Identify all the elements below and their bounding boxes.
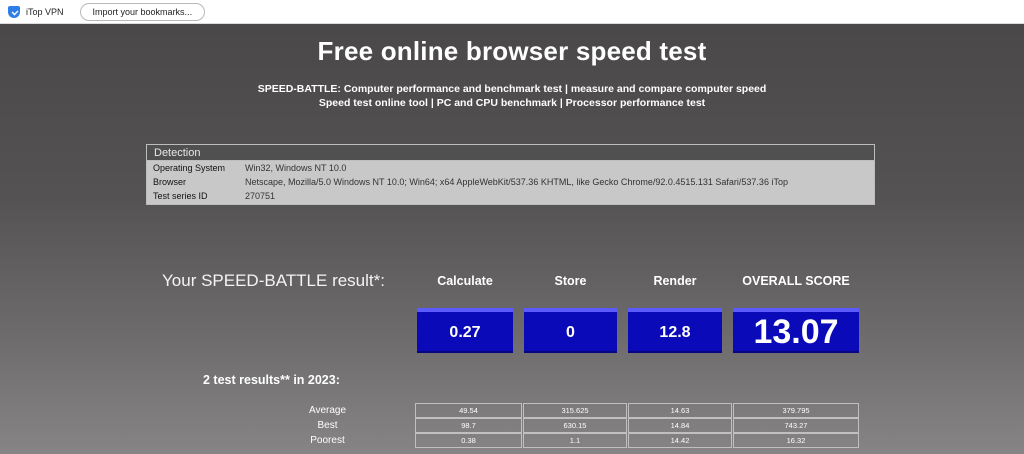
score-calculate: 0.27: [417, 308, 513, 353]
subtitle-line-2: Speed test online tool | PC and CPU benc…: [318, 97, 706, 109]
shield-icon: [8, 5, 20, 18]
bookmark-itop-vpn-label: iTop VPN: [26, 6, 64, 17]
column-store: Store: [554, 274, 587, 288]
stats-cell: 1.1: [523, 433, 627, 448]
detection-key: Browser: [153, 177, 187, 187]
page-subtitle: SPEED-BATTLE: Computer performance and b…: [0, 82, 1024, 110]
stats-row-poorest: Poorest 0.38 1.1 14.42 16.32: [240, 433, 860, 448]
detection-heading: Detection: [147, 145, 874, 161]
detection-value: Win32, Windows NT 10.0: [245, 163, 347, 173]
page-content: Free online browser speed test SPEED-BAT…: [0, 24, 1024, 454]
stats-cell: 98.7: [415, 418, 522, 433]
column-render: Render: [653, 274, 697, 288]
detection-panel: Detection Operating System Win32, Window…: [146, 144, 875, 205]
stats-cell: 379.795: [733, 403, 859, 418]
test-count-label: 2 test results** in 2023:: [203, 373, 340, 387]
stats-row-label: Average: [308, 405, 347, 416]
result-label: Your SPEED-BATTLE result*:: [162, 271, 385, 290]
stats-cell: 16.32: [733, 433, 859, 448]
stats-row-best: Best 98.7 630.15 14.84 743.27: [240, 418, 860, 433]
detection-key: Test series ID: [153, 191, 208, 201]
detection-row-test-series: Test series ID 270751: [147, 189, 874, 203]
column-calculate: Calculate: [437, 274, 493, 288]
detection-key: Operating System: [153, 163, 226, 173]
stats-row-average: Average 49.54 315.625 14.63 379.795: [240, 403, 860, 418]
stats-cell: 630.15: [523, 418, 627, 433]
import-bookmarks-button[interactable]: Import your bookmarks...: [79, 2, 206, 21]
stats-row-label: Best: [317, 420, 338, 431]
page-title: Free online browser speed test: [317, 36, 707, 66]
stats-row-label: Poorest: [310, 435, 345, 446]
score-render: 12.8: [628, 308, 722, 353]
stats-cell: 315.625: [523, 403, 627, 418]
bookmark-itop-vpn[interactable]: iTop VPN: [8, 3, 64, 21]
bookmarks-bar: iTop VPN Import your bookmarks...: [0, 0, 1024, 24]
detection-value: Netscape, Mozilla/5.0 Windows NT 10.0; W…: [245, 177, 788, 187]
stats-table: Average 49.54 315.625 14.63 379.795 Best…: [240, 403, 860, 448]
detection-value: 270751: [245, 191, 276, 201]
detection-row-browser: Browser Netscape, Mozilla/5.0 Windows NT…: [147, 175, 874, 189]
column-overall-score: OVERALL SCORE: [742, 274, 850, 288]
stats-cell: 14.42: [628, 433, 732, 448]
stats-cell: 14.84: [628, 418, 732, 433]
stats-cell: 49.54: [415, 403, 522, 418]
score-store: 0: [524, 308, 617, 353]
score-overall: 13.07: [733, 308, 859, 353]
detection-row-os: Operating System Win32, Windows NT 10.0: [147, 161, 874, 175]
subtitle-line-1: SPEED-BATTLE: Computer performance and b…: [257, 83, 767, 95]
stats-cell: 14.63: [628, 403, 732, 418]
stats-cell: 0.38: [415, 433, 522, 448]
stats-cell: 743.27: [733, 418, 859, 433]
